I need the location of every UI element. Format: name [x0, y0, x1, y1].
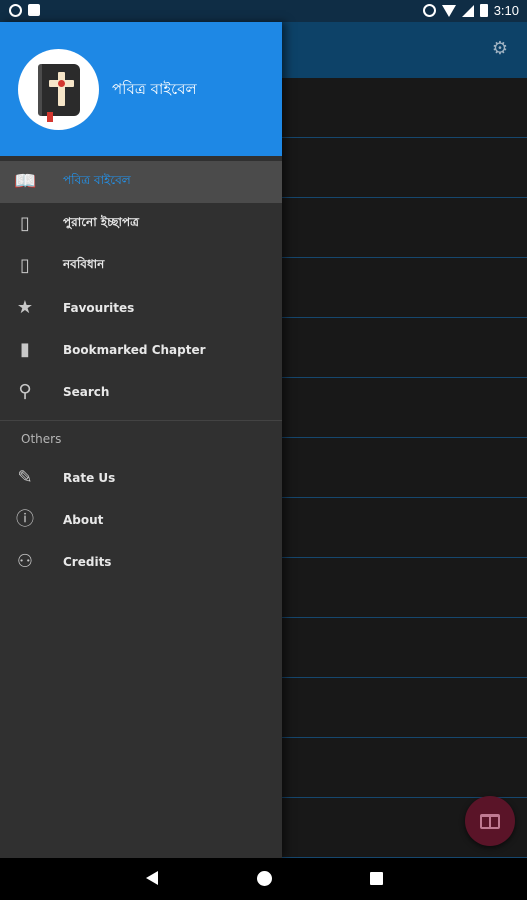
- gear-icon[interactable]: ⚙: [491, 40, 509, 58]
- drawer-header: পবিত্র বাইবেল: [0, 22, 282, 156]
- list-item[interactable]: [282, 618, 527, 678]
- menu-item-label: Bookmarked Chapter: [63, 343, 206, 357]
- menu-item-old-testament[interactable]: ▯ পুরানো ইচ্ছাপত্র: [0, 203, 282, 245]
- wifi-icon: [441, 4, 456, 17]
- section-title-others: Others: [21, 432, 62, 446]
- menu-item-label: Credits: [63, 555, 112, 569]
- back-icon[interactable]: [146, 871, 158, 885]
- list-item[interactable]: [282, 558, 527, 618]
- book-right-icon: ▯: [20, 255, 30, 276]
- menu-item-label: পুরানো ইচ্ছাপত্র: [63, 215, 139, 229]
- book-left-icon: ▯: [20, 213, 30, 234]
- menu-item-search[interactable]: ⚲ Search: [0, 371, 282, 413]
- rate-icon: ✎: [17, 467, 33, 488]
- bookmark-icon: ▮: [20, 339, 30, 360]
- list-item[interactable]: [282, 438, 527, 498]
- list-item[interactable]: [282, 318, 527, 378]
- list-item[interactable]: [282, 738, 527, 798]
- system-nav-bar: [0, 858, 527, 900]
- list-item[interactable]: [282, 198, 527, 258]
- list-item[interactable]: [282, 258, 527, 318]
- list-item[interactable]: [282, 678, 527, 738]
- screen: 3:10 ⚙ পবিত্র বাইবেল 📖 পবিত্র বাইবেল ▯ প…: [0, 0, 527, 900]
- menu-item-about[interactable]: ⓘ About: [0, 499, 282, 541]
- navigation-drawer: পবিত্র বাইবেল 📖 পবিত্র বাইবেল ▯ পুরানো ই…: [0, 22, 282, 858]
- drawer-title: পবিত্র বাইবেল: [112, 80, 197, 98]
- open-book-icon: 📖: [14, 171, 37, 192]
- app-logo: [18, 49, 99, 130]
- menu-item-new-testament[interactable]: ▯ নববিধান: [0, 245, 282, 287]
- menu-item-credits[interactable]: ⚇ Credits: [0, 541, 282, 583]
- list-item[interactable]: [282, 378, 527, 438]
- person-icon: ⚇: [16, 551, 34, 572]
- menu-item-label: Favourites: [63, 301, 135, 315]
- search-icon: ⚲: [18, 381, 32, 402]
- menu-item-rate-us[interactable]: ✎ Rate Us: [0, 457, 282, 499]
- alarm-icon: [422, 4, 436, 17]
- recent-apps-icon[interactable]: [370, 872, 383, 885]
- sim-icon: [28, 4, 40, 16]
- info-icon: ⓘ: [16, 509, 34, 530]
- book-icon: [480, 813, 500, 829]
- menu-item-label: Search: [63, 385, 110, 399]
- list-item[interactable]: [282, 78, 527, 138]
- read-fab-button[interactable]: [465, 796, 515, 846]
- menu-item-label: Rate Us: [63, 471, 116, 485]
- drawer-menu: 📖 পবিত্র বাইবেল ▯ পুরানো ইচ্ছাপত্র ▯ নবব…: [0, 156, 282, 583]
- menu-item-label: পবিত্র বাইবেল: [63, 173, 131, 187]
- star-icon: ★: [16, 297, 34, 318]
- notification-icon: [9, 4, 22, 17]
- list-item[interactable]: [282, 498, 527, 558]
- status-bar: 3:10: [0, 0, 527, 22]
- battery-icon: [479, 4, 488, 17]
- status-time: 3:10: [493, 3, 519, 18]
- menu-item-label: নববিধান: [63, 257, 105, 271]
- bible-cross-icon: [37, 63, 80, 122]
- menu-item-holy-bible[interactable]: 📖 পবিত্র বাইবেল: [0, 161, 282, 203]
- menu-item-label: About: [63, 513, 104, 527]
- menu-item-bookmarked-chapter[interactable]: ▮ Bookmarked Chapter: [0, 329, 282, 371]
- menu-item-favourites[interactable]: ★ Favourites: [0, 287, 282, 329]
- home-icon[interactable]: [257, 871, 272, 886]
- list-item[interactable]: [282, 138, 527, 198]
- signal-icon: [461, 4, 474, 17]
